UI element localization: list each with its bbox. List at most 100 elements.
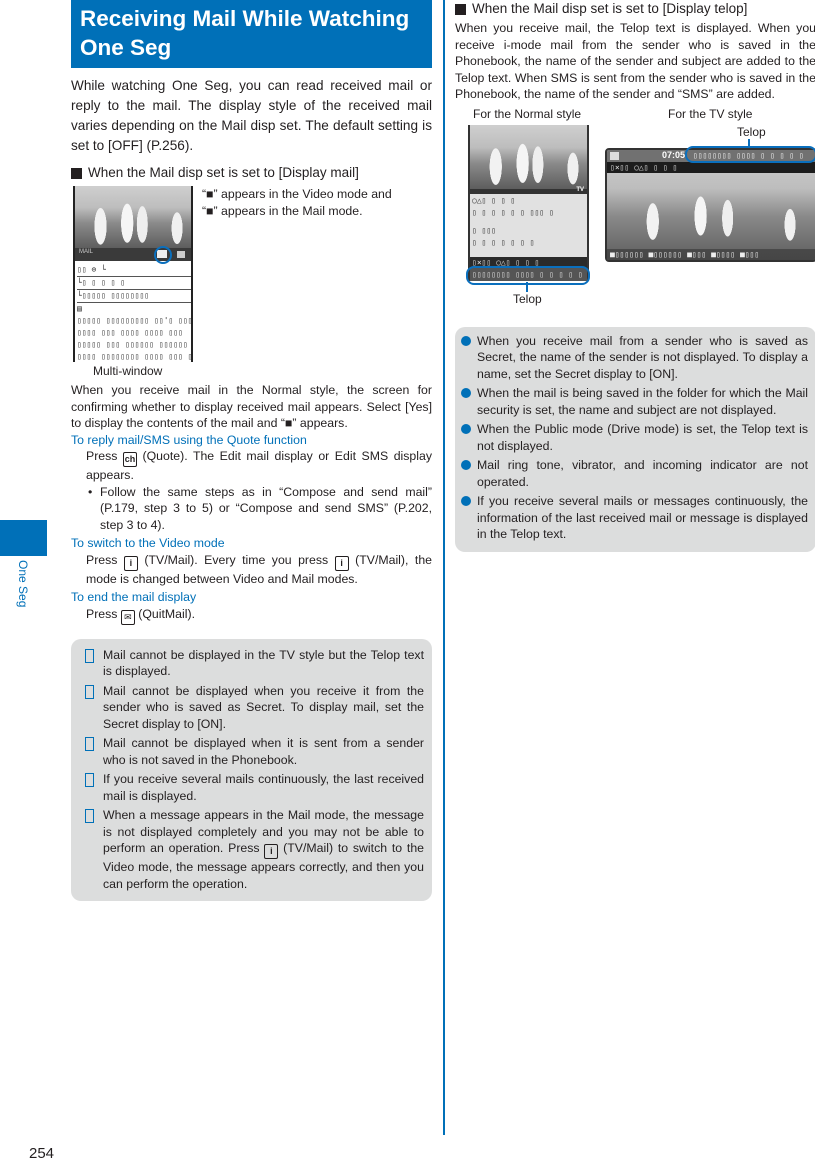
note-text: Mail ring tone, vibrator, and incoming i… <box>477 458 808 489</box>
mail-mode-note: “■” appears in the Mail mode. <box>202 203 363 218</box>
bullet-dot-icon: • <box>88 484 93 499</box>
video-mode-note: “■” appears in the Video mode and <box>202 187 392 201</box>
tv-badge: TV <box>576 186 584 193</box>
screen-line: ○△▯ ▯ ▯ ▯ <box>472 195 516 205</box>
note-text: If you receive several mails continuousl… <box>103 772 424 803</box>
note-text: When the mail is being saved in the fold… <box>477 386 808 417</box>
quote-reply-heading: To reply mail/SMS using the Quote functi… <box>71 432 307 447</box>
note-item: Mail cannot be displayed when it is sent… <box>79 735 424 768</box>
text: Press <box>86 449 123 463</box>
note-item: Mail cannot be displayed when you receiv… <box>79 683 424 733</box>
bullet-icon <box>461 424 471 434</box>
display-mail-figure-area: MAIL ▯▯ ⊜ └ └▯ ▯ ▯ ▯ ▯ └▯▯▯▯▯ ▯▯▯▯▯▯▯▯ ▤… <box>71 186 432 382</box>
bullet-icon <box>461 335 471 346</box>
i-key-icon: i <box>123 555 138 571</box>
page-title: Receiving Mail While Watching One Seg <box>71 0 432 68</box>
square-bullet-icon <box>71 167 82 179</box>
mail-line: ▯▯▯▯▯ ▯▯▯▯▯▯▯▯▯ ▯▯'▯ ▯▯▯ <box>77 316 191 325</box>
switch-video-text: Press i (TV/Mail). Every time you press … <box>71 552 432 588</box>
mail-line: ▤ <box>77 304 82 313</box>
telop-label: Telop <box>513 291 542 306</box>
bullet-text: Follow the same steps as in “Compose and… <box>100 484 432 532</box>
note-item: Mail cannot be displayed in the TV style… <box>79 647 424 680</box>
channel-line: ▯×▯▯ ○△▯ ▯ ▯ ▯ <box>607 161 815 173</box>
telop-label: Telop <box>737 124 766 139</box>
notes-box: Mail cannot be displayed in the TV style… <box>71 638 432 901</box>
mail-line: ▯▯▯▯ ▯▯▯ ▯▯▯▯ ▯▯▯▯ ▯▯▯ <box>77 328 183 337</box>
mail-line: ▯▯ ⊜ └ <box>77 264 191 277</box>
mail-line: ▯▯▯▯▯ ▯▯▯ ▯▯▯▯▯▯ ▯▯▯▯▯▯ <box>77 340 188 349</box>
note-marker-icon <box>85 737 94 751</box>
note-text: Mail cannot be displayed when you receiv… <box>103 683 424 731</box>
mode-icon-callout <box>154 246 172 264</box>
mail-status-text: MAIL <box>79 249 94 255</box>
quote-reply-bullet: • Follow the same steps as in “Compose a… <box>71 484 432 534</box>
note-item: Mail ring tone, vibrator, and incoming i… <box>461 457 808 490</box>
quote-reply-text: Press ch (Quote). The Edit mail display … <box>71 448 432 484</box>
video-image <box>470 124 587 189</box>
end-mail-text: Press ✉ (QuitMail). <box>71 606 432 625</box>
section-label: One Seg <box>16 560 30 608</box>
telop-figures: For the Normal style For the TV style TV… <box>455 103 815 321</box>
bullet-icon <box>461 460 471 470</box>
i-key-icon: i <box>264 844 279 859</box>
note-marker-icon <box>85 773 94 787</box>
normal-style-screen: TV ○△▯ ▯ ▯ ▯ ▯ ▯ ▯ ▯ ▯ ▯ ▯▯▯ ▯ ▯ ▯▯▯ ▯ ▯… <box>468 124 589 281</box>
signal-icon <box>177 251 185 258</box>
mail-content: ▯▯ ⊜ └ └▯ ▯ ▯ ▯ ▯ └▯▯▯▯▯ ▯▯▯▯▯▯▯▯ ▤ ▯▯▯▯… <box>75 264 191 362</box>
note-item: When you receive mail from a sender who … <box>461 333 808 383</box>
display-telop-heading-text: When the Mail disp set is set to [Displa… <box>472 1 748 16</box>
telop-notes-box: When you receive mail from a sender who … <box>455 326 815 552</box>
note-item: If you receive several mails continuousl… <box>79 771 424 804</box>
text: (QuitMail). <box>134 606 195 621</box>
screen-line: ▯ ▯ ▯ ▯ ▯ ▯ ▯▯▯ ▯ <box>472 207 554 217</box>
note-text: When the Public mode (Drive mode) is set… <box>477 422 808 453</box>
note-text: Mail cannot be displayed when it is sent… <box>103 736 424 767</box>
screen-line: ▯ ▯▯▯ <box>472 225 497 235</box>
left-column: Receiving Mail While Watching One Seg Wh… <box>71 0 432 901</box>
display-mail-heading-text: When the Mail disp set is set to [Displa… <box>88 165 359 180</box>
tv-style-label: For the TV style <box>668 106 753 121</box>
i-key-icon: i <box>334 555 349 571</box>
right-column: When the Mail disp set is set to [Displa… <box>455 0 815 552</box>
note-item: When the mail is being saved in the fold… <box>461 385 808 418</box>
bullet-icon <box>461 496 471 506</box>
note-marker-icon <box>85 648 94 663</box>
mode-icon-note: “■” appears in the Video mode and “■” ap… <box>202 186 432 219</box>
normal-style-label: For the Normal style <box>473 106 582 121</box>
figure-caption: Multi-window <box>93 364 163 378</box>
mail-line: └▯ ▯ ▯ ▯ ▯ <box>77 277 191 290</box>
telop-callout <box>685 145 815 163</box>
telop-callout-line <box>526 281 528 292</box>
softkey-bar: ■▯▯▯▯▯▯ ■▯▯▯▯▯▯ ■▯▯▯ ■▯▯▯▯ ■▯▯▯ <box>607 248 815 260</box>
text: Press <box>86 552 124 567</box>
note-text: When you receive mail from a sender who … <box>477 333 808 381</box>
section-tab <box>0 520 47 556</box>
mail-line: └▯▯▯▯▯ ▯▯▯▯▯▯▯▯ <box>77 290 191 303</box>
text: Press <box>86 606 121 621</box>
square-bullet-icon <box>455 3 466 15</box>
mail-line: ▯▯▯▯ ▯▯▯▯▯▯▯▯ ▯▯▯▯ ▯▯▯ ▯ <box>77 352 191 361</box>
telop-callout <box>466 265 590 285</box>
text: (TV/Mail). Every time you press <box>137 552 335 567</box>
page-number: 254 <box>29 1145 55 1162</box>
note-item: If you receive several mails or messages… <box>461 493 808 543</box>
video-image <box>75 186 191 248</box>
bullet-icon <box>461 388 471 398</box>
normal-style-text: When you receive mail in the Normal styl… <box>71 383 432 430</box>
antenna-icon <box>610 151 619 160</box>
note-item: When a message appears in the Mail mode,… <box>79 807 424 892</box>
note-marker-icon <box>85 809 94 823</box>
tv-style-screen: 07:05 ▯▯▯▯▯▯▯▯ ▯▯▯▯ ▯ ▯ ▯ ▯ ▯ ▯×▯▯ ○△▯ ▯… <box>605 147 815 262</box>
note-text: Mail cannot be displayed in the TV style… <box>103 647 424 679</box>
note-marker-icon <box>85 684 94 699</box>
text: (Quote). The Edit mail display or Edit S… <box>86 449 432 482</box>
intro-text: While watching One Seg, you can read rec… <box>71 78 432 153</box>
note-text: When a message appears in the Mail mode,… <box>103 807 424 892</box>
clock: 07:05 <box>662 149 686 160</box>
note-text: If you receive several mails or messages… <box>477 494 808 541</box>
display-telop-heading: When the Mail disp set is set to [Displa… <box>455 0 815 18</box>
screen-line: ▯ ▯ ▯ ▯ ▯ ▯ ▯ <box>472 237 535 247</box>
video-status-bar: MAIL <box>75 248 191 261</box>
tv-bar: TV <box>470 186 587 194</box>
